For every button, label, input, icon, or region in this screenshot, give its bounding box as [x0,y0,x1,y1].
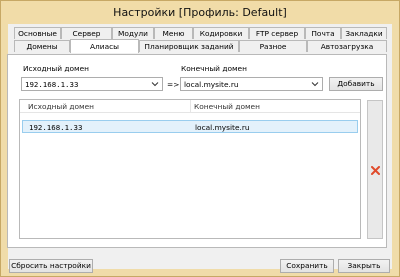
chevron-down-icon[interactable] [151,80,159,88]
aliases-table[interactable]: Исходный домен Конечный домен 192.168.1.… [19,99,361,239]
column-target-domain[interactable]: Конечный домен [194,102,260,111]
tab-osnovnye[interactable]: Основные [14,27,61,39]
side-toolbar [367,100,383,239]
tab-ftp-server[interactable]: FTP сервер [249,27,305,39]
source-domain-label: Исходный домен [23,64,90,73]
tab-domains[interactable]: Домены [14,40,70,52]
tab-misc[interactable]: Разное [239,40,307,52]
column-source-domain[interactable]: Исходный домен [28,102,94,111]
tab-server[interactable]: Сервер [61,27,112,39]
tab-autostart[interactable]: Автозагрузка [307,40,387,52]
arrow-separator: => [167,80,180,89]
row-source: 192.168.1.33 [29,123,83,132]
delete-icon[interactable] [371,166,380,175]
settings-window: Настройки [Профиль: Default] Основные Се… [0,0,400,277]
chevron-down-icon[interactable] [311,80,319,88]
tab-aliases[interactable]: Алиасы [70,39,139,53]
column-divider [190,100,191,112]
window-title: Настройки [Профиль: Default] [113,6,287,19]
tab-menu[interactable]: Меню [154,27,193,39]
tab-encodings[interactable]: Кодировки [193,27,249,39]
add-button[interactable]: Добавить [329,77,383,91]
reset-settings-button[interactable]: Сбросить настройки [9,259,93,273]
target-domain-label: Конечный домен [181,64,247,73]
tab-bookmarks[interactable]: Закладки [341,27,387,39]
tab-modules[interactable]: Модули [112,27,154,39]
target-domain-value: local.mysite.ru [184,80,239,89]
row-target: local.mysite.ru [195,123,250,132]
table-row[interactable]: 192.168.1.33 local.mysite.ru [22,120,358,133]
title-bar[interactable]: Настройки [Профиль: Default] [1,1,399,24]
source-domain-combo[interactable]: 192.168.1.33 [21,77,163,91]
source-domain-value: 192.168.1.33 [25,80,79,89]
close-button[interactable]: Закрыть [338,259,390,273]
tab-scheduler[interactable]: Планировщик заданий [139,40,239,52]
tab-mail[interactable]: Почта [305,27,341,39]
target-domain-combo[interactable]: local.mysite.ru [180,77,323,91]
table-header: Исходный домен Конечный домен [20,100,360,113]
save-button[interactable]: Сохранить [280,259,334,273]
